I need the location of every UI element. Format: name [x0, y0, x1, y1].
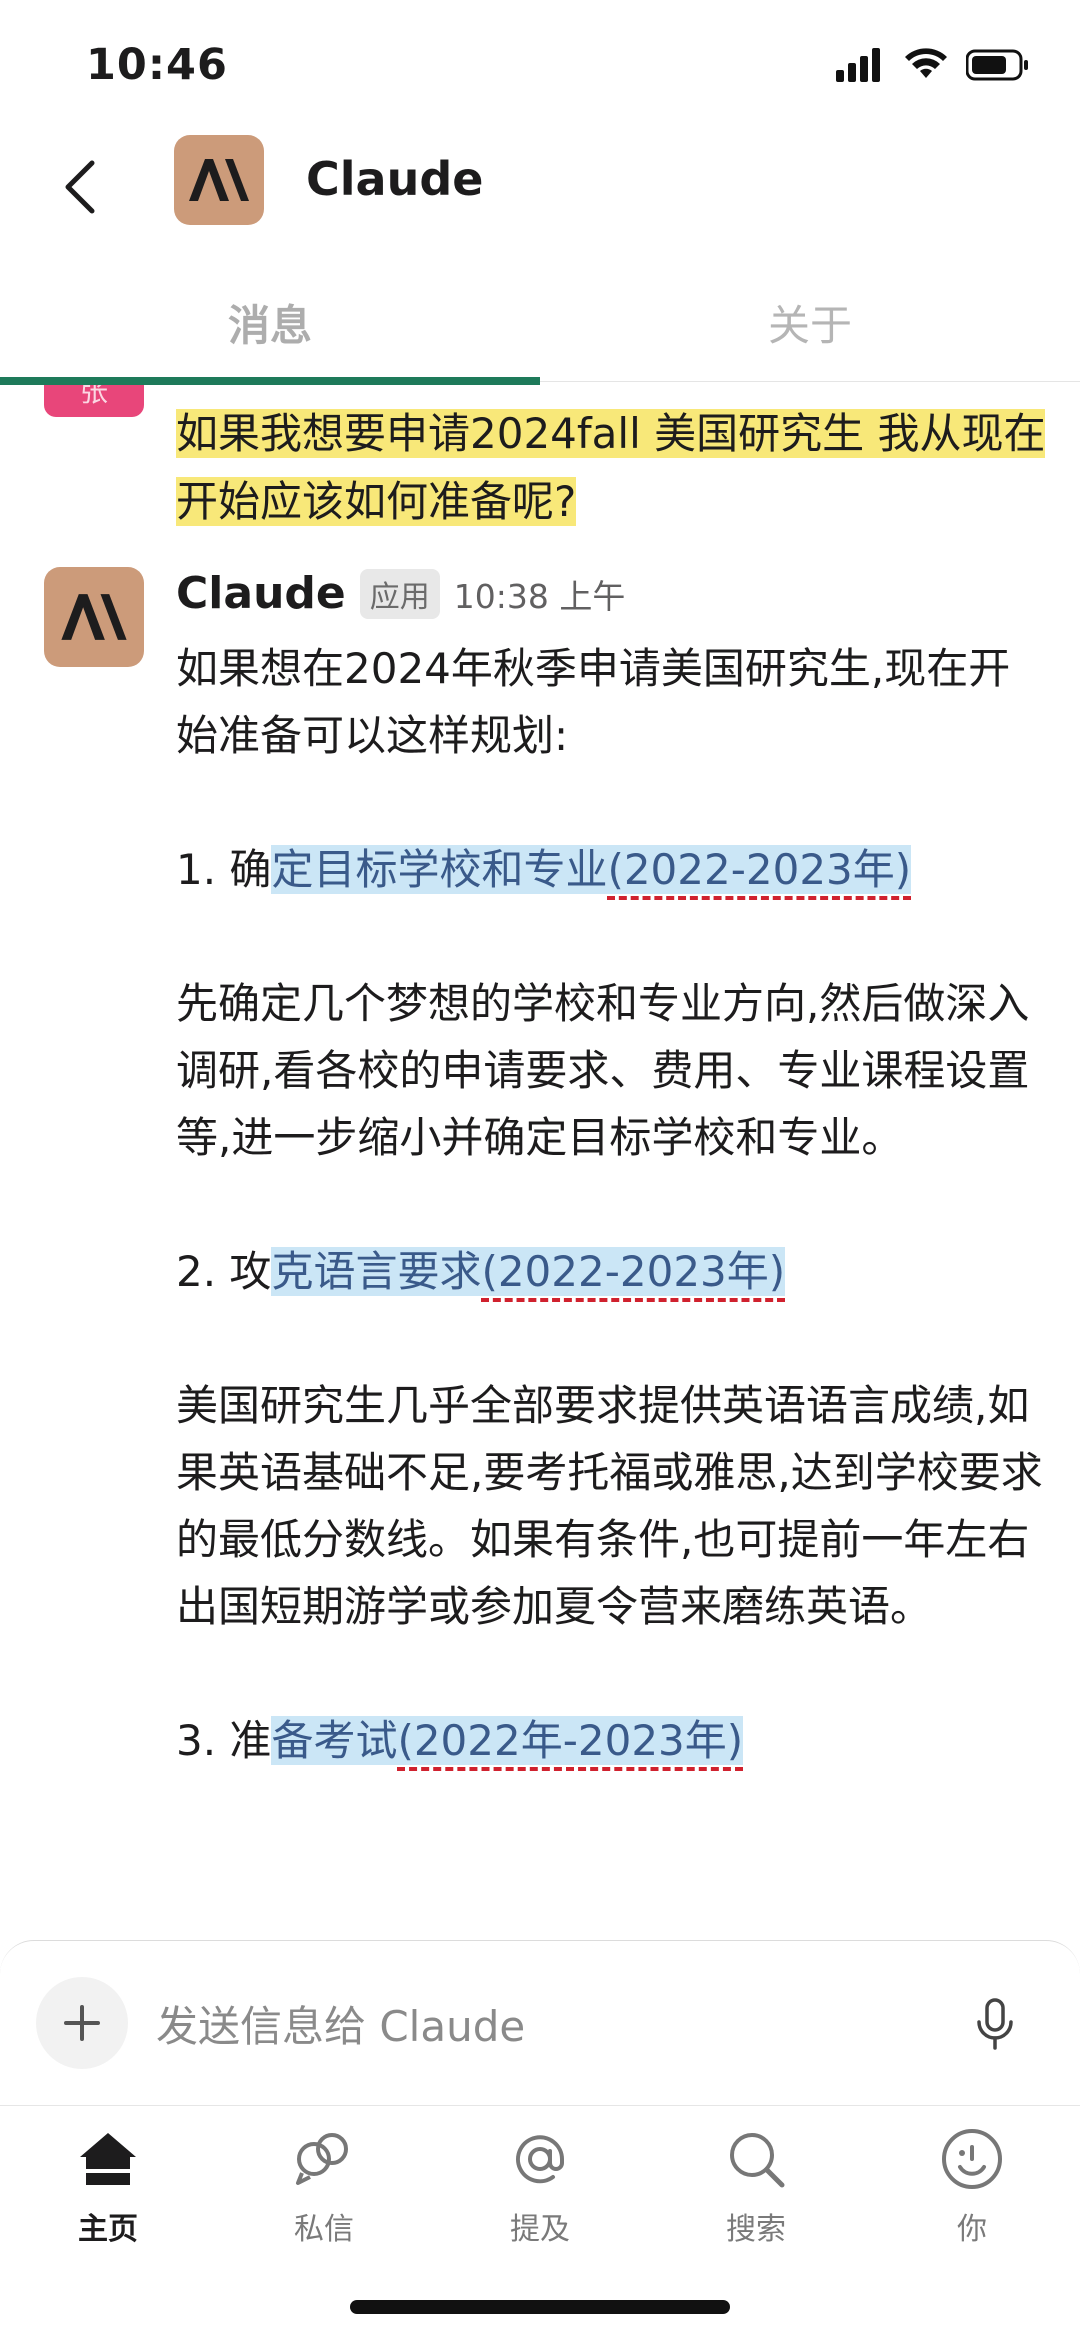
section-body: 先确定几个梦想的学校和专业方向,然后做深入调研,看各校的申请要求、费用、专业课程… [176, 979, 1030, 1162]
claude-avatar[interactable] [44, 567, 144, 667]
wifi-icon [904, 48, 948, 86]
microphone-button[interactable] [960, 1989, 1030, 2059]
battery-icon [965, 48, 1030, 86]
anthropic-logo-icon [189, 159, 249, 201]
tab-about[interactable]: 关于 [540, 292, 1080, 353]
user-avatar[interactable]: 张 [44, 385, 144, 417]
slack-chat-screen: 10:46 Claude 消息 关于 张 如果我想要申请2024fall 美国研… [0, 0, 1080, 2337]
nav-you-label: 你 [957, 2212, 987, 2247]
user-message-highlight: 如果我想要申请2024fall 美国研究生 我从现在开始应该如何准备呢? [176, 409, 1046, 526]
section-highlight: 备考试 [271, 1716, 398, 1765]
section-highlight: 定目标学校和专业 [271, 845, 608, 894]
section-date: (2022年-2023年) [397, 1716, 744, 1765]
nav-dms[interactable]: 私信 [244, 2124, 404, 2248]
mention-icon [505, 2124, 575, 2194]
message-header: Claude 应用 10:38 上午 [176, 568, 625, 619]
microphone-icon [977, 1998, 1013, 2050]
claude-logo-avatar[interactable] [174, 135, 264, 225]
search-icon [721, 2124, 791, 2194]
status-bar: 10:46 [0, 0, 1080, 130]
home-indicator[interactable] [350, 2300, 730, 2314]
app-badge: 应用 [359, 568, 440, 619]
section-number: 3. 准 [176, 1716, 272, 1765]
section-number: 1. 确 [176, 845, 272, 894]
message-input[interactable] [156, 1991, 916, 2061]
section-number: 2. 攻 [176, 1247, 272, 1296]
nav-home-label: 主页 [78, 2212, 138, 2247]
nav-search[interactable]: 搜索 [676, 2124, 836, 2248]
cellular-signal-icon [836, 48, 886, 86]
plus-icon [64, 2005, 100, 2041]
tab-active-indicator [0, 377, 540, 385]
section-highlight: 克语言要求 [271, 1247, 482, 1296]
nav-mentions[interactable]: 提及 [460, 2124, 620, 2248]
nav-you[interactable]: 你 [892, 2124, 1052, 2248]
dm-icon [289, 2124, 359, 2194]
tab-bar: 消息 关于 [0, 270, 1080, 385]
chevron-left-icon [65, 160, 95, 214]
status-icons [836, 48, 1030, 86]
section-date: (2022-2023年) [481, 1247, 786, 1296]
nav-dms-label: 私信 [294, 2212, 354, 2247]
sender-name[interactable]: Claude [176, 568, 346, 619]
tab-messages[interactable]: 消息 [0, 292, 540, 353]
section-title: 3. 准备考试(2022年-2023年) [176, 1707, 1046, 1774]
message-body: 如果想在2024年秋季申请美国研究生,现在开始准备可以这样规划: 1. 确定目标… [176, 635, 1046, 1774]
nav-home[interactable]: 主页 [28, 2124, 188, 2248]
nav-search-label: 搜索 [726, 2212, 786, 2247]
section-title: 1. 确定目标学校和专业(2022-2023年) [176, 836, 1046, 903]
anthropic-logo-icon [61, 594, 127, 640]
user-avatar-initial: 张 [79, 385, 108, 408]
message-intro: 如果想在2024年秋季申请美国研究生,现在开始准备可以这样规划: [176, 644, 1011, 760]
message-composer [0, 1940, 1080, 2105]
chat-header: Claude [0, 130, 1080, 250]
nav-mentions-label: 提及 [510, 2212, 570, 2247]
section-title: 2. 攻克语言要求(2022-2023年) [176, 1238, 1046, 1305]
message-timestamp[interactable]: 10:38 上午 [454, 570, 626, 618]
message-list[interactable]: 张 如果我想要申请2024fall 美国研究生 我从现在开始应该如何准备呢? C… [0, 385, 1080, 1940]
section-body: 美国研究生几乎全部要求提供英语语言成绩,如果英语基础不足,要考托福或雅思,达到学… [176, 1381, 1043, 1631]
status-time: 10:46 [86, 40, 228, 90]
section-date: (2022-2023年) [607, 845, 912, 894]
add-attachment-button[interactable] [36, 1977, 128, 2069]
channel-title[interactable]: Claude [306, 152, 483, 206]
profile-icon [937, 2124, 1007, 2194]
back-button[interactable] [50, 152, 110, 222]
user-message-text: 如果我想要申请2024fall 美国研究生 我从现在开始应该如何准备呢? [176, 400, 1046, 536]
home-icon [73, 2124, 143, 2194]
